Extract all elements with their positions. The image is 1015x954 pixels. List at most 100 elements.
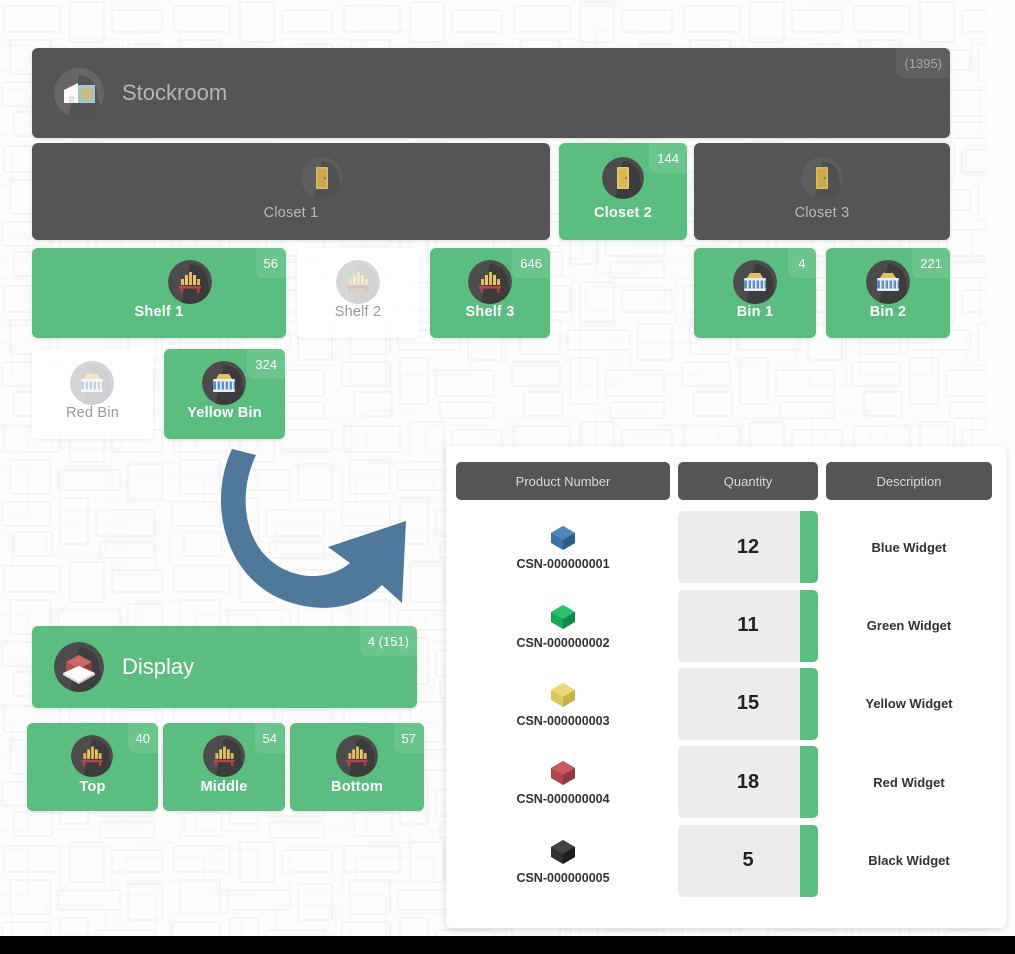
bin-1-label: Bin 1 <box>736 304 774 320</box>
cell-description: Blue Widget <box>871 539 947 555</box>
cell-quantity[interactable]: 15 <box>678 667 818 740</box>
closet-1-tile[interactable]: Closet 1 <box>32 143 550 240</box>
display-badge: 4 (151) <box>359 626 417 656</box>
display-middle-label: Middle <box>200 779 248 795</box>
quantity-bar <box>800 589 818 662</box>
table-row[interactable]: CSN-000000005 5 Black Widget <box>456 822 996 900</box>
closet-1-label: Closet 1 <box>263 205 319 221</box>
cell-description: Yellow Widget <box>865 696 953 712</box>
cell-product-number: CSN-000000005 <box>456 837 670 885</box>
curved-arrow-icon <box>196 443 426 628</box>
product-number-text: CSN-000000003 <box>516 713 610 728</box>
closet-3-label: Closet 3 <box>794 205 850 221</box>
hex-widget-icon <box>551 526 575 551</box>
shelf-1-label: Shelf 1 <box>134 304 184 320</box>
product-number-text: CSN-000000002 <box>516 635 610 650</box>
cell-product-number: CSN-000000004 <box>456 758 670 806</box>
shelf-3-tile[interactable]: 646 Shelf 3 <box>430 248 550 338</box>
shelf-icon <box>203 735 245 777</box>
display-top-label: Top <box>79 779 106 795</box>
quantity-value: 18 <box>736 770 760 793</box>
shelf-icon <box>336 260 380 304</box>
table-row[interactable]: CSN-000000003 15 Yellow Widget <box>456 665 996 743</box>
shelf-3-label: Shelf 3 <box>465 304 515 320</box>
yellow-bin-tile[interactable]: 324 Yellow Bin <box>164 349 285 439</box>
bin-icon <box>733 260 777 304</box>
display-bottom-badge: 57 <box>393 723 424 753</box>
product-number-text: CSN-000000005 <box>516 870 610 885</box>
cell-quantity[interactable]: 18 <box>678 746 818 819</box>
cell-description: Red Widget <box>873 774 945 790</box>
cell-quantity[interactable]: 5 <box>678 824 818 897</box>
table-body: CSN-000000001 12 Blue Widget CSN-0000000… <box>456 508 996 900</box>
display-bottom-label: Bottom <box>331 779 383 795</box>
cell-quantity[interactable]: 11 <box>678 589 818 662</box>
column-header-description[interactable]: Description <box>826 462 992 500</box>
bin-2-badge: 221 <box>912 248 950 278</box>
warehouse-icon <box>54 68 104 118</box>
hex-widget-icon <box>551 839 575 864</box>
closet-door-icon <box>801 157 843 199</box>
shelf-1-badge: 56 <box>255 248 286 278</box>
quantity-bar <box>800 824 818 897</box>
bin-2-label: Bin 2 <box>869 304 907 320</box>
display-top-badge: 40 <box>127 723 158 753</box>
closet-door-icon <box>602 157 644 199</box>
quantity-value: 15 <box>736 692 760 715</box>
product-number-text: CSN-000000004 <box>516 792 610 807</box>
closet-2-badge: 144 <box>649 143 687 173</box>
red-bin-label: Red Bin <box>66 405 119 421</box>
shelf-icon <box>336 735 378 777</box>
closet-2-tile[interactable]: 144 Closet 2 <box>559 143 687 240</box>
stockroom-title: Stockroom <box>122 80 228 105</box>
bin-2-tile[interactable]: 221 Bin 2 <box>826 248 950 338</box>
cell-description: Green Widget <box>866 618 952 634</box>
shelf-3-badge: 646 <box>512 248 550 278</box>
cell-product-number: CSN-000000003 <box>456 680 670 728</box>
cell-quantity[interactable]: 12 <box>678 511 818 584</box>
bin-icon <box>866 260 910 304</box>
open-box-icon <box>54 642 104 692</box>
shelf-2-label: Shelf 2 <box>334 304 382 320</box>
closet-door-icon <box>301 157 343 199</box>
shelf-2-tile[interactable]: Shelf 2 <box>297 248 419 338</box>
bin-icon <box>70 361 114 405</box>
cell-description: Black Widget <box>868 853 950 869</box>
column-header-product-number[interactable]: Product Number <box>456 462 670 500</box>
quantity-value: 12 <box>736 535 760 558</box>
shelf-1-tile[interactable]: 56 Shelf 1 <box>32 248 286 338</box>
bin-1-tile[interactable]: 4 Bin 1 <box>694 248 816 338</box>
display-bottom-tile[interactable]: 57 Bottom <box>290 723 424 811</box>
quantity-value: 5 <box>742 849 754 872</box>
display-title: Display <box>122 654 195 679</box>
bin-1-badge: 4 <box>788 248 816 278</box>
display-top-tile[interactable]: 40 Top <box>27 723 158 811</box>
product-table-panel: Product Number Quantity Description CSN-… <box>446 446 1006 928</box>
quantity-value: 11 <box>737 614 759 637</box>
quantity-bar <box>800 746 818 819</box>
hex-widget-icon <box>551 604 575 629</box>
stockroom-badge: (1395) <box>896 48 950 78</box>
display-tile[interactable]: Display 4 (151) <box>32 626 417 708</box>
red-bin-tile[interactable]: Red Bin <box>32 349 153 439</box>
shelf-icon <box>468 260 512 304</box>
column-header-quantity[interactable]: Quantity <box>678 462 818 500</box>
bin-icon <box>202 361 246 405</box>
hex-widget-icon <box>551 682 575 707</box>
closet-2-label: Closet 2 <box>593 205 652 221</box>
cell-product-number: CSN-000000002 <box>456 602 670 650</box>
table-row[interactable]: CSN-000000002 11 Green Widget <box>456 586 996 664</box>
stockroom-tile[interactable]: Stockroom (1395) <box>32 48 950 138</box>
table-row[interactable]: CSN-000000001 12 Blue Widget <box>456 508 996 586</box>
yellow-bin-badge: 324 <box>247 349 285 379</box>
display-middle-tile[interactable]: 54 Middle <box>163 723 285 811</box>
table-header-row: Product Number Quantity Description <box>456 462 996 500</box>
quantity-bar <box>800 511 818 584</box>
yellow-bin-label: Yellow Bin <box>187 405 262 421</box>
closet-3-tile[interactable]: Closet 3 <box>694 143 950 240</box>
cell-product-number: CSN-000000001 <box>456 523 670 571</box>
shelf-icon <box>71 735 113 777</box>
bottom-bar <box>0 936 1015 954</box>
quantity-bar <box>800 667 818 740</box>
table-row[interactable]: CSN-000000004 18 Red Widget <box>456 743 996 821</box>
